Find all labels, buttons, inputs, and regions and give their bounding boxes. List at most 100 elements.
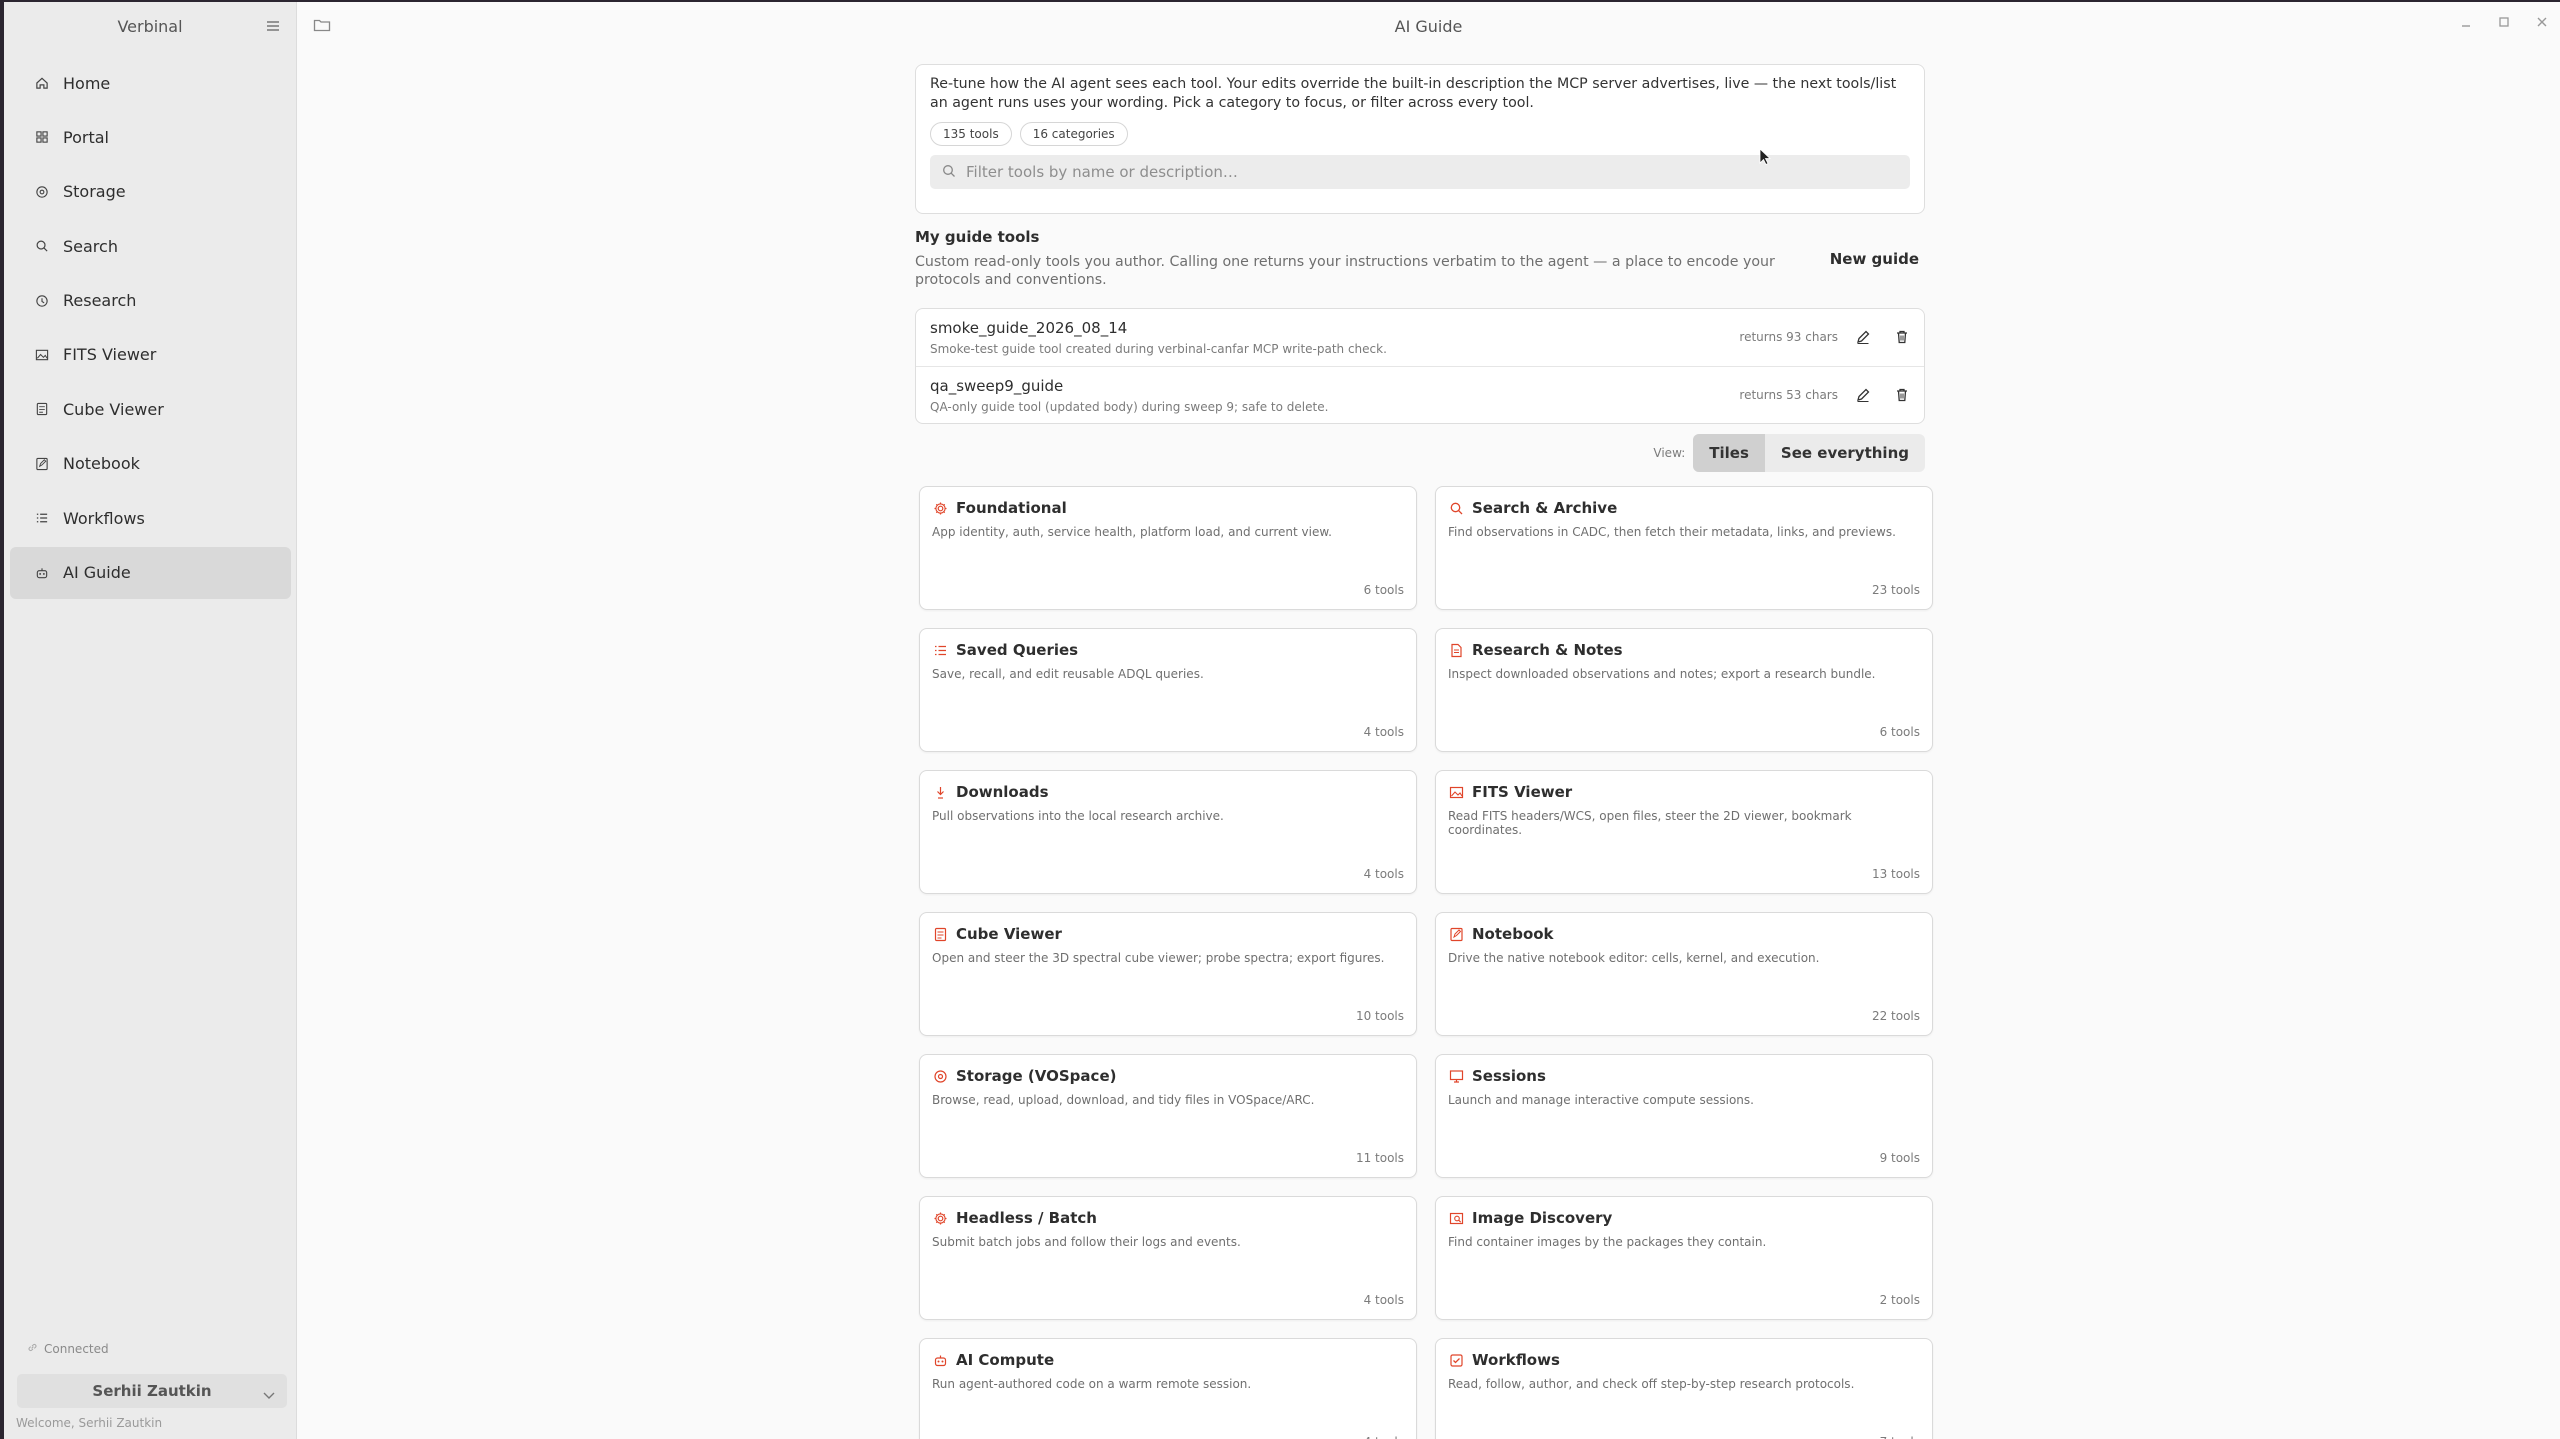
category-tile-notebook[interactable]: Notebook Drive the native notebook editor… bbox=[1435, 912, 1933, 1036]
guide-row[interactable]: smoke_guide_2026_08_14 Smoke-test guide t… bbox=[916, 309, 1924, 366]
tile-header: Image Discovery bbox=[1448, 1209, 1920, 1227]
storage-icon bbox=[35, 185, 49, 199]
status-text: Connected bbox=[44, 1342, 109, 1356]
tile-title: Search & Archive bbox=[1472, 499, 1618, 517]
sidebar-item-workflows[interactable]: Workflows bbox=[10, 492, 291, 544]
category-tile-downloads[interactable]: Downloads Pull observations into the loca… bbox=[919, 770, 1417, 894]
sidebar-item-label: Storage bbox=[63, 182, 126, 202]
tile-tool-count: 22 tools bbox=[1871, 1009, 1920, 1023]
category-tile-foundational[interactable]: Foundational App identity, auth, service … bbox=[919, 486, 1417, 610]
guide-return-size: returns 53 chars bbox=[1739, 388, 1838, 402]
view-toggle: Tiles See everything bbox=[1693, 434, 1925, 472]
tiles-view-button[interactable]: Tiles bbox=[1693, 434, 1765, 472]
edit-icon[interactable] bbox=[1855, 387, 1871, 403]
view-label: View: bbox=[1653, 446, 1686, 460]
search-icon bbox=[35, 239, 49, 253]
tile-tool-count: 6 tools bbox=[1879, 725, 1920, 739]
tile-description: Inspect downloaded observations and note… bbox=[1448, 667, 1876, 681]
tile-title: Cube Viewer bbox=[956, 925, 1062, 943]
tile-header: Downloads bbox=[932, 783, 1404, 801]
tile-tool-count: 11 tools bbox=[1355, 1151, 1404, 1165]
edit-icon[interactable] bbox=[1855, 329, 1871, 345]
tile-header: Headless / Batch bbox=[932, 1209, 1404, 1227]
category-tile-search-archive[interactable]: Search & Archive Find observations in CAD… bbox=[1435, 486, 1933, 610]
notebook-icon bbox=[1448, 926, 1464, 942]
tile-tool-count: 23 tools bbox=[1871, 583, 1920, 597]
image-icon bbox=[1448, 784, 1464, 800]
sidebar-item-label: FITS Viewer bbox=[63, 345, 157, 365]
category-tile-headless-batch[interactable]: Headless / Batch Submit batch jobs and fo… bbox=[919, 1196, 1417, 1320]
see-everything-button[interactable]: See everything bbox=[1765, 434, 1925, 472]
sidebar-item-portal[interactable]: Portal bbox=[10, 111, 291, 163]
sidebar-item-fits-viewer[interactable]: FITS Viewer bbox=[10, 329, 291, 381]
storage-icon bbox=[932, 1068, 948, 1084]
guide-summary: Smoke-test guide tool created during ver… bbox=[930, 342, 1387, 356]
category-tile-fits-viewer[interactable]: FITS Viewer Read FITS headers/WCS, open f… bbox=[1435, 770, 1933, 894]
category-tile-image-discovery[interactable]: Image Discovery Find container images by … bbox=[1435, 1196, 1933, 1320]
sidebar-item-ai-guide[interactable]: AI Guide bbox=[10, 546, 291, 599]
sidebar-item-home[interactable]: Home bbox=[10, 57, 291, 109]
sidebar-item-search[interactable]: Search bbox=[10, 220, 291, 272]
new-guide-button[interactable]: New guide bbox=[1824, 246, 1925, 272]
tile-title: Storage (VOSpace) bbox=[956, 1067, 1117, 1085]
trash-icon[interactable] bbox=[1894, 329, 1910, 345]
tile-title: Notebook bbox=[1472, 925, 1554, 943]
monitor-icon bbox=[1448, 1068, 1464, 1084]
minimize-icon[interactable] bbox=[2458, 14, 2474, 30]
tile-tool-count: 4 tools bbox=[1363, 1293, 1404, 1307]
tile-title: Image Discovery bbox=[1472, 1209, 1613, 1227]
sidebar-menu-icon[interactable] bbox=[266, 18, 280, 32]
guide-row[interactable]: qa_sweep9_guide QA-only guide tool (updat… bbox=[916, 366, 1924, 423]
category-tile-research-notes[interactable]: Research & Notes Inspect downloaded obser… bbox=[1435, 628, 1933, 752]
robot-icon bbox=[35, 566, 49, 580]
guides-header: My guide tools Custom read-only tools yo… bbox=[915, 228, 1925, 298]
close-icon[interactable] bbox=[2534, 14, 2550, 30]
category-tiles: Foundational App identity, auth, service … bbox=[915, 486, 1933, 1439]
sidebar-item-label: Workflows bbox=[63, 508, 145, 528]
summary-pills: 135 tools 16 categories bbox=[930, 122, 1910, 146]
tile-description: Save, recall, and edit reusable ADQL que… bbox=[932, 667, 1204, 681]
maximize-icon[interactable] bbox=[2496, 14, 2512, 30]
tile-description: Open and steer the 3D spectral cube view… bbox=[932, 951, 1385, 965]
tile-tool-count: 4 tools bbox=[1363, 725, 1404, 739]
tile-title: FITS Viewer bbox=[1472, 783, 1573, 801]
sidebar-item-research[interactable]: Research bbox=[10, 275, 291, 327]
category-tile-cube-viewer[interactable]: Cube Viewer Open and steer the 3D spectra… bbox=[919, 912, 1417, 1036]
category-tile-saved-queries[interactable]: Saved Queries Save, recall, and edit reus… bbox=[919, 628, 1417, 752]
robot-icon bbox=[932, 1352, 948, 1368]
tile-header: Foundational bbox=[932, 499, 1404, 517]
tile-header: AI Compute bbox=[932, 1351, 1404, 1369]
sidebar-item-storage[interactable]: Storage bbox=[10, 166, 291, 218]
sidebar-item-cube-viewer[interactable]: Cube Viewer bbox=[10, 383, 291, 435]
category-tile-workflows[interactable]: Workflows Read, follow, author, and check… bbox=[1435, 1338, 1933, 1439]
tile-tool-count: 10 tools bbox=[1355, 1009, 1404, 1023]
tile-description: Browse, read, upload, download, and tidy… bbox=[932, 1093, 1315, 1107]
tool-filter-input[interactable] bbox=[966, 163, 1866, 181]
sidebar-item-notebook[interactable]: Notebook bbox=[10, 438, 291, 490]
window-controls bbox=[2458, 14, 2550, 30]
trash-icon[interactable] bbox=[1894, 387, 1910, 403]
category-tile-ai-compute[interactable]: AI Compute Run agent-authored code on a w… bbox=[919, 1338, 1417, 1439]
tools-count-pill: 135 tools bbox=[930, 122, 1012, 146]
sidebar-item-label: Home bbox=[63, 73, 111, 93]
list-icon bbox=[932, 642, 948, 658]
category-tile-storage-vospace[interactable]: Storage (VOSpace) Browse, read, upload, d… bbox=[919, 1054, 1417, 1178]
link-icon bbox=[27, 1342, 38, 1356]
tile-title: Downloads bbox=[956, 783, 1049, 801]
image-icon bbox=[35, 348, 49, 362]
chevron-down-icon bbox=[263, 1386, 275, 1404]
title-bar: AI Guide bbox=[297, 2, 2560, 50]
tile-title: Foundational bbox=[956, 499, 1067, 517]
view-switcher: View: Tiles See everything bbox=[915, 434, 1925, 472]
sidebar: Verbinal Home Portal Storage Search Research… bbox=[4, 2, 297, 1439]
page-title: AI Guide bbox=[1394, 17, 1463, 36]
app-window: Verbinal Home Portal Storage Search Research… bbox=[4, 2, 2560, 1439]
guides-description: Custom read-only tools you author. Calli… bbox=[915, 254, 1775, 288]
tile-description: Find observations in CADC, then fetch th… bbox=[1448, 525, 1896, 539]
checkbox-icon bbox=[1448, 1352, 1464, 1368]
user-menu[interactable]: Serhii Zautkin bbox=[17, 1374, 287, 1408]
download-icon bbox=[932, 784, 948, 800]
tile-description: Submit batch jobs and follow their logs … bbox=[932, 1235, 1241, 1249]
tile-description: Launch and manage interactive compute se… bbox=[1448, 1093, 1754, 1107]
category-tile-sessions[interactable]: Sessions Launch and manage interactive co… bbox=[1435, 1054, 1933, 1178]
